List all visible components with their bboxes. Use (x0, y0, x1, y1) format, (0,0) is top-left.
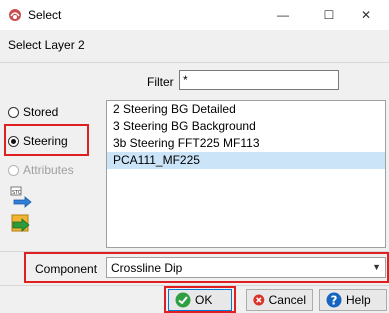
help-button[interactable]: ? Help (319, 289, 387, 311)
radio-attributes-dot (8, 164, 19, 176)
app-icon (9, 9, 21, 21)
window-title: Select (28, 8, 62, 22)
help-label: Help (346, 293, 371, 307)
radio-attributes: Attributes (8, 163, 74, 177)
radio-stored[interactable]: Stored (8, 105, 58, 119)
filter-label: Filter (147, 75, 174, 89)
list-item-selected[interactable]: PCA111_MF225 (107, 152, 385, 169)
component-dropdown[interactable]: Crossline Dip ▼ (106, 257, 386, 278)
radio-steering[interactable]: Steering (8, 134, 68, 148)
chevron-down-icon[interactable]: ▼ (372, 262, 381, 272)
dialog-subtitle: Select Layer 2 (8, 38, 85, 52)
divider (0, 62, 389, 63)
radio-stored-dot[interactable] (8, 106, 19, 118)
filter-input[interactable] (179, 70, 339, 90)
close-button[interactable]: ✕ (343, 0, 389, 30)
help-icon: ? (326, 292, 342, 308)
steering-transfer-icon[interactable]: STC (10, 186, 32, 208)
check-icon (175, 292, 191, 308)
radio-steering-dot[interactable] (8, 135, 19, 147)
title-bar: Select — ☐ ✕ (0, 0, 389, 30)
cancel-icon (253, 294, 265, 306)
layer-list[interactable]: 2 Steering BG Detailed 3 Steering BG Bac… (106, 100, 386, 248)
list-item[interactable]: 2 Steering BG Detailed (107, 101, 385, 118)
list-item[interactable]: 3 Steering BG Background (107, 118, 385, 135)
ok-button[interactable]: OK (168, 289, 232, 311)
ok-label: OK (195, 293, 213, 307)
list-item[interactable]: 3b Steering FFT225 MF113 (107, 135, 385, 152)
radio-attributes-label: Attributes (23, 163, 74, 177)
minimize-button[interactable]: — (260, 0, 306, 30)
svg-text:STC: STC (12, 190, 22, 196)
radio-steering-label: Steering (23, 134, 68, 148)
component-label: Component (35, 262, 98, 276)
cancel-label: Cancel (268, 293, 306, 307)
select-dialog: Select — ☐ ✕ Select Layer 2 Filter Store… (0, 0, 389, 313)
import-arrow-icon[interactable] (10, 213, 32, 235)
cancel-button[interactable]: Cancel (246, 289, 313, 311)
radio-stored-label: Stored (23, 105, 59, 119)
component-value: Crossline Dip (111, 261, 183, 275)
svg-text:?: ? (331, 294, 338, 308)
